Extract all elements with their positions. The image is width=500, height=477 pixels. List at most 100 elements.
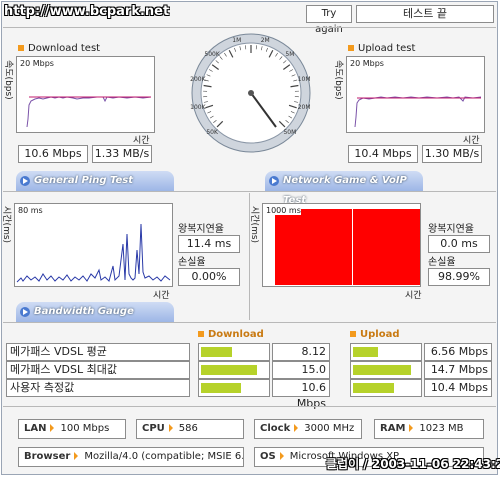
tab-general-ping-label: General Ping Test (34, 175, 134, 186)
download-bar-fill (201, 365, 257, 375)
game-loss-fill (275, 209, 420, 285)
game-loss-label: 손실율 (428, 257, 456, 268)
download-title: Download test (18, 43, 100, 54)
watermark-signature: 클럽이 / 2003-11-06 22:43:29 (326, 457, 500, 471)
game-y-axis-label: 시간(ms) (249, 206, 259, 244)
ping-x-axis-label: 시간 (153, 291, 170, 301)
system-ram: RAM 1023 MB (374, 419, 484, 439)
ping-loss-value: 0.00% (178, 268, 240, 286)
gauge-hub (248, 90, 254, 96)
game-rtt-value: 0.0 ms (428, 235, 490, 253)
upload-bar-value: 10.4 Mbps (424, 379, 492, 397)
tab-network-game[interactable]: Network Game & VoIP Test (265, 171, 423, 206)
gauge-label: 1M (232, 37, 241, 44)
ram-label: RAM (380, 423, 406, 434)
download-bar (198, 343, 270, 361)
bandwidth-row-label: 메가패스 VDSL 평균 (6, 343, 190, 361)
system-lan: LAN 100 Mbps (18, 419, 126, 439)
upload-title-text: Upload test (358, 43, 416, 54)
download-line (26, 96, 152, 128)
bullet-icon (198, 331, 204, 337)
triangle-icon (279, 452, 284, 460)
upload-y-axis-label: 속도(bps) (333, 60, 343, 100)
gauge-label: 10M (298, 76, 311, 83)
lan-label: LAN (24, 423, 47, 434)
tab-general-ping[interactable]: General Ping Test (16, 171, 174, 191)
bandwidth-row-label: 사용자 측정값 (6, 379, 190, 397)
system-clock: Clock 3000 MHz (254, 419, 362, 439)
gauge-label: 2M (261, 37, 270, 44)
upload-bar-fill (353, 365, 411, 375)
end-test-button[interactable]: 테스트 끝 (356, 5, 494, 23)
system-divider (3, 406, 496, 407)
system-cpu: CPU 586 (136, 419, 244, 439)
gauge-label: 50K (206, 129, 219, 136)
download-bar (198, 361, 270, 379)
browser-value: Mozilla/4.0 (compatible; MSIE 6.0 (84, 451, 244, 462)
upload-speed-mbs: 1.30 MB/s (422, 145, 482, 163)
section-vdivider (249, 193, 250, 320)
game-loss-value: 98.99% (428, 268, 490, 286)
arrow-icon (20, 176, 30, 186)
bandwidth-upload-header-text: Upload (360, 329, 400, 340)
bandwidth-download-header-text: Download (208, 329, 264, 340)
upload-bar-value: 14.7 Mbps (424, 361, 492, 379)
header-divider (3, 27, 496, 28)
bullet-icon (348, 45, 354, 51)
arrow-icon (20, 307, 30, 317)
ping-y-axis-label: 시간(ms) (1, 206, 11, 244)
ram-value: 1023 MB (419, 423, 464, 434)
cpu-label: CPU (142, 423, 165, 434)
upload-bar-value: 6.56 Mbps (424, 343, 492, 361)
download-title-text: Download test (28, 43, 101, 54)
upload-line (354, 96, 482, 128)
retry-button[interactable]: Try again (306, 5, 352, 35)
upload-bar-fill (353, 347, 378, 357)
bandwidth-row-label: 메가패스 VDSL 최대값 (6, 361, 190, 379)
upload-bar (350, 343, 422, 361)
tabs-divider (3, 191, 496, 192)
download-bar-value: 8.12 Mbps (272, 343, 330, 374)
triangle-icon (168, 424, 173, 432)
download-bar (198, 379, 270, 397)
gauge-label: 5M (285, 51, 294, 58)
gauge-label: 100K (190, 104, 206, 111)
bandwidth-upload-header: Upload (350, 329, 399, 340)
download-bar-fill (201, 383, 241, 393)
triangle-icon (409, 424, 414, 432)
triangle-icon (74, 452, 79, 460)
watermark-url: http://www.bcpark.net (4, 4, 170, 19)
os-label: OS (260, 451, 276, 462)
game-rtt-label: 왕복지연율 (428, 224, 474, 235)
browser-label: Browser (24, 451, 71, 462)
bandwidth-divider (3, 322, 496, 323)
speed-gauge: 50K 100K 200K 500K 1M 2M 5M 10M 20M 50M (190, 33, 311, 153)
ping-chart: 80 ms (14, 203, 173, 287)
game-x-axis-label: 시간 (405, 291, 422, 301)
download-bar-value: 10.6 Mbps (272, 379, 330, 410)
upload-bar (350, 361, 422, 379)
triangle-icon (50, 424, 55, 432)
download-bar-value: 15.0 Mbps (272, 361, 330, 392)
ping-rtt-value: 11.4 ms (178, 235, 240, 253)
bullet-icon (350, 331, 356, 337)
gauge-label: 500K (204, 51, 220, 58)
game-chart: 1000 ms (262, 203, 421, 287)
clock-value: 3000 MHz (304, 423, 355, 434)
upload-title: Upload test (348, 43, 415, 54)
arrow-icon (269, 176, 279, 186)
lan-value: 100 Mbps (60, 423, 110, 434)
download-y-axis-label: 속도(bps) (3, 60, 13, 100)
bullet-icon (18, 45, 24, 51)
ping-loss-label: 손실율 (178, 257, 206, 268)
game-scale: 1000 ms (266, 206, 301, 215)
system-browser: Browser Mozilla/4.0 (compatible; MSIE 6.0 (18, 447, 244, 467)
gauge-label: 50M (283, 129, 296, 136)
ping-line (16, 223, 171, 283)
download-speed-mbps: 10.6 Mbps (18, 145, 88, 163)
bandwidth-download-header: Download (198, 329, 264, 340)
clock-label: Clock (260, 423, 291, 434)
tab-bandwidth-gauge[interactable]: Bandwidth Gauge (16, 302, 174, 322)
ping-graph (16, 223, 171, 283)
download-speed-mbs: 1.33 MB/s (92, 145, 152, 163)
